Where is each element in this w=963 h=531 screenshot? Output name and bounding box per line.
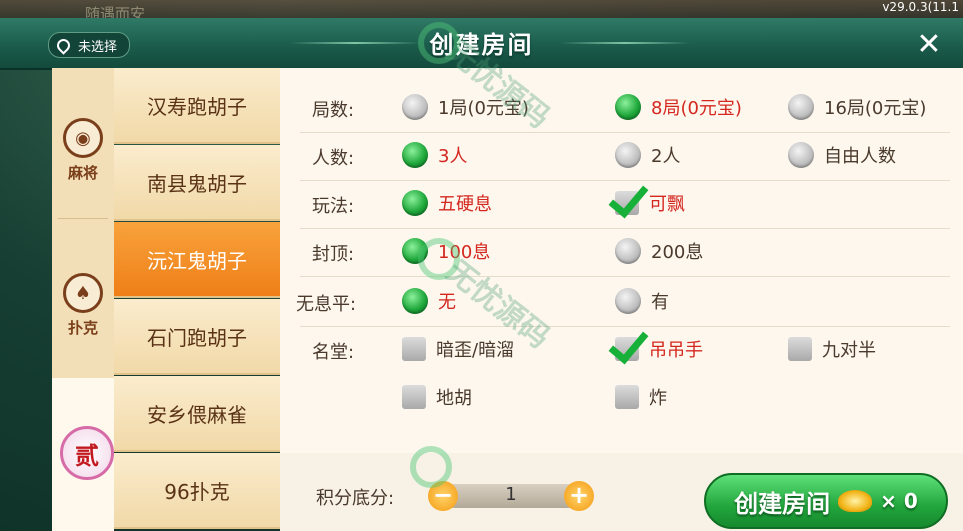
radio-icon <box>615 288 641 314</box>
option-text: 九对半 <box>822 340 876 361</box>
score-value: 1 <box>505 484 517 505</box>
bottom-bar: 积分底分: − 1 + 创建房间 × 0 <box>280 453 963 531</box>
game-item-selected[interactable]: 沅江鬼胡子 <box>114 222 280 298</box>
create-room-button[interactable]: 创建房间 × 0 <box>704 473 948 529</box>
rounds-option-16[interactable]: 16局(0元宝) <box>788 92 926 122</box>
row-divider <box>300 276 950 277</box>
gold-ingot-icon <box>838 490 873 512</box>
game-list: 汉寿跑胡子 南县鬼胡子 沅江鬼胡子 石门跑胡子 安乡偎麻雀 96扑克 <box>114 68 280 531</box>
close-icon[interactable]: ✕ <box>912 28 946 62</box>
rounds-option-1[interactable]: 1局(0元宝) <box>402 92 529 122</box>
game-item[interactable]: 96扑克 <box>114 453 280 529</box>
option-text: 吊吊手 <box>649 340 703 361</box>
category-poker[interactable]: ♠ 扑克 <box>52 273 114 338</box>
option-text: 16局(0元宝) <box>824 98 927 119</box>
option-text: 五硬息 <box>438 194 492 215</box>
option-text: 可飘 <box>649 194 685 215</box>
option-text: 暗歪/暗溜 <box>436 340 515 361</box>
radio-icon <box>788 142 814 168</box>
game-item[interactable]: 汉寿跑胡子 <box>114 68 280 144</box>
badge-icon: 贰 <box>60 426 114 480</box>
option-text: 自由人数 <box>824 146 896 167</box>
players-option-2[interactable]: 2人 <box>615 140 680 170</box>
option-text: 8局(0元宝) <box>651 98 742 119</box>
title-bar: 未选择 创建房间 ✕ <box>0 18 963 70</box>
cap-label: 封顶: <box>312 244 355 265</box>
option-text: 地胡 <box>436 388 472 409</box>
checkbox-icon <box>788 337 812 361</box>
mahjong-icon: ◉ <box>63 118 103 158</box>
category-label: 扑克 <box>67 319 98 337</box>
option-text: 200息 <box>651 242 704 263</box>
category-column: ◉ 麻将 ♠ 扑克 贰 <box>52 68 114 531</box>
category-divider <box>58 218 108 219</box>
radio-selected-icon <box>402 238 428 264</box>
rounds-option-8[interactable]: 8局(0元宝) <box>615 92 742 122</box>
radio-icon <box>615 238 641 264</box>
players-row: 人数: 3人 2人 自由人数 <box>280 132 963 178</box>
option-text: 2人 <box>651 146 681 167</box>
option-text: 3人 <box>438 146 468 167</box>
category-badge-tab[interactable]: 贰 <box>52 378 114 531</box>
hall-option-diaodiaoshou[interactable]: 吊吊手 <box>615 334 703 364</box>
hall-row: 名堂: 暗歪/暗溜 吊吊手 九对半 <box>280 326 963 372</box>
play-row: 玩法: 五硬息 可飘 <box>280 180 963 226</box>
create-room-label: 创建房间 <box>734 489 831 518</box>
radio-icon <box>788 94 814 120</box>
hall-option-dihu[interactable]: 地胡 <box>402 382 472 412</box>
create-room-dialog: 未选择 创建房间 ✕ ◉ 麻将 ♠ 扑克 贰 汉寿跑胡子 南县鬼胡子 沅江鬼胡子… <box>0 18 963 531</box>
play-option-wuyingxi[interactable]: 五硬息 <box>402 188 492 218</box>
checkbox-icon <box>402 337 426 361</box>
radio-icon <box>615 142 641 168</box>
noxi-row: 无息平: 无 有 <box>280 278 963 324</box>
hall-option-anwai[interactable]: 暗歪/暗溜 <box>402 334 514 364</box>
hall-option-jiuduiban[interactable]: 九对半 <box>788 334 876 364</box>
play-option-kepiao[interactable]: 可飘 <box>615 188 685 218</box>
plus-button[interactable]: + <box>564 481 594 511</box>
game-item[interactable]: 南县鬼胡子 <box>114 145 280 221</box>
spade-icon: ♠ <box>63 273 103 313</box>
noxi-label: 无息平: <box>296 294 357 315</box>
radio-selected-icon <box>402 142 428 168</box>
radio-selected-icon <box>402 288 428 314</box>
radio-selected-icon <box>615 94 641 120</box>
play-label: 玩法: <box>312 196 355 217</box>
option-text: 1局(0元宝) <box>438 98 529 119</box>
version-label: v29.0.3(11.1 <box>882 0 959 14</box>
game-item[interactable]: 安乡偎麻雀 <box>114 376 280 452</box>
radio-selected-icon <box>402 190 428 216</box>
cost-count: × 0 <box>880 489 918 513</box>
hall-row-2: 地胡 炸 <box>280 374 963 420</box>
option-text: 无 <box>438 292 456 313</box>
players-option-3[interactable]: 3人 <box>402 140 467 170</box>
cap-option-200[interactable]: 200息 <box>615 236 703 266</box>
rounds-row: 局数: 1局(0元宝) 8局(0元宝) 16局(0元宝) <box>280 84 963 130</box>
noxi-option-yes[interactable]: 有 <box>615 286 669 316</box>
category-mahjong[interactable]: ◉ 麻将 <box>52 118 114 183</box>
checkbox-icon <box>402 385 426 409</box>
players-label: 人数: <box>312 148 355 169</box>
option-text: 炸 <box>649 388 667 409</box>
dialog-title: 创建房间 <box>429 31 534 59</box>
cap-option-100[interactable]: 100息 <box>402 236 490 266</box>
noxi-option-none[interactable]: 无 <box>402 286 456 316</box>
game-item[interactable]: 石门跑胡子 <box>114 299 280 375</box>
checkbox-checked-icon <box>615 337 639 361</box>
option-text: 100息 <box>438 242 491 263</box>
players-option-free[interactable]: 自由人数 <box>788 140 896 170</box>
score-label: 积分底分: <box>316 488 395 509</box>
radio-icon <box>402 94 428 120</box>
hall-label: 名堂: <box>312 342 355 363</box>
checkbox-checked-icon <box>615 191 639 215</box>
checkbox-icon <box>615 385 639 409</box>
hall-option-zha[interactable]: 炸 <box>615 382 667 412</box>
rounds-label: 局数: <box>312 100 355 121</box>
category-label: 麻将 <box>67 164 98 182</box>
option-text: 有 <box>651 292 669 313</box>
cap-row: 封顶: 100息 200息 <box>280 228 963 274</box>
minus-button[interactable]: − <box>428 481 458 511</box>
score-stepper: − 1 + <box>428 481 594 511</box>
